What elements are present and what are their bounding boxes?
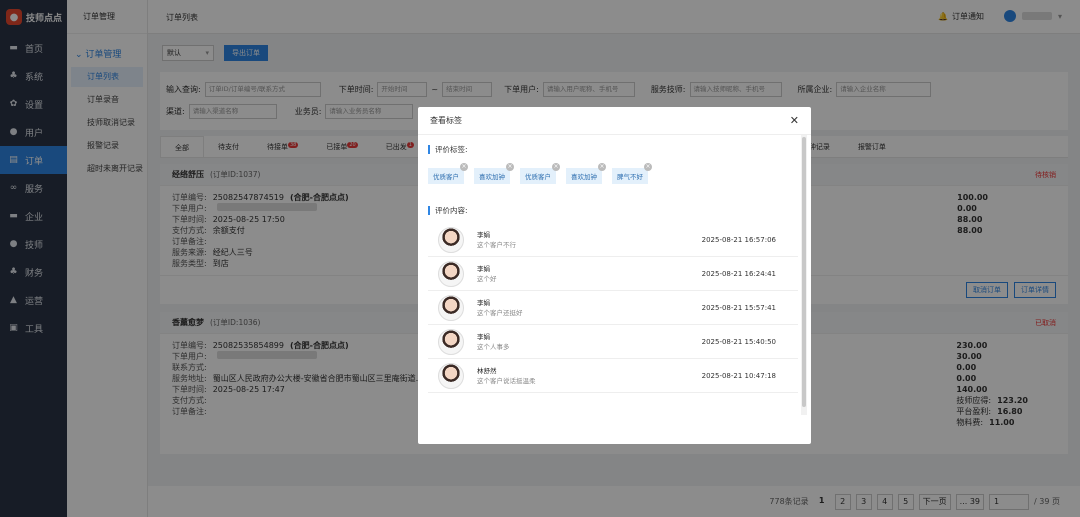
modal-scrollbar[interactable] xyxy=(801,135,807,415)
comment-time: 2025-08-21 15:57:41 xyxy=(701,303,776,312)
close-icon[interactable]: × xyxy=(460,163,468,171)
tag-label: 优质客户 xyxy=(433,173,459,181)
comment-message: 这个人事多 xyxy=(477,342,510,351)
comment-message: 这个好 xyxy=(477,274,497,283)
comment-time: 2025-08-21 16:57:06 xyxy=(701,235,776,244)
comment-time: 2025-08-21 15:40:50 xyxy=(701,337,776,346)
comment-text: 李娟 这个客户不行 xyxy=(477,230,516,250)
comment-text: 李娟 这个好 xyxy=(477,264,497,284)
close-icon[interactable]: ✕ xyxy=(790,114,799,127)
comment-row: 林舒然 这个客户说话挺温柔 2025-08-21 10:47:18 xyxy=(428,359,798,393)
modal-title: 查看标签 xyxy=(430,116,462,125)
tag-modal: 查看标签 ✕ 评价标签: 优质客户 × 喜欢加钟 × 优质客户 × 喜欢加钟 × 脾气不好 × 评… xyxy=(418,107,811,444)
tag-chip: 喜欢加钟 × xyxy=(566,163,606,184)
tag-chip: 优质客户 × xyxy=(428,163,468,184)
comments-section-title: 评价内容: xyxy=(428,206,811,215)
close-icon[interactable]: × xyxy=(552,163,560,171)
tag-chip: 喜欢加钟 × xyxy=(474,163,514,184)
comment-text: 李娟 这个人事多 xyxy=(477,332,510,352)
scrollbar-thumb[interactable] xyxy=(802,137,806,407)
commenter-name: 李娟 xyxy=(477,230,490,239)
tag-label: 喜欢加钟 xyxy=(479,173,505,181)
avatar xyxy=(438,362,464,389)
commenter-name: 林舒然 xyxy=(477,366,497,375)
avatar xyxy=(438,260,464,287)
comment-time: 2025-08-21 16:24:41 xyxy=(701,269,776,278)
tag-label: 脾气不好 xyxy=(617,173,643,181)
close-icon[interactable]: × xyxy=(644,163,652,171)
comment-message: 这个客户不行 xyxy=(477,240,516,249)
comment-row: 李娟 这个好 2025-08-21 16:24:41 xyxy=(428,257,798,291)
tag-chip: 脾气不好 × xyxy=(612,163,652,184)
comment-text: 林舒然 这个客户说话挺温柔 xyxy=(477,366,536,386)
comment-row: 李娟 这个客户还挺好 2025-08-21 15:57:41 xyxy=(428,291,798,325)
commenter-name: 李娟 xyxy=(477,298,490,307)
close-icon[interactable]: × xyxy=(598,163,606,171)
comment-message: 这个客户说话挺温柔 xyxy=(477,376,536,385)
tag-list: 优质客户 × 喜欢加钟 × 优质客户 × 喜欢加钟 × 脾气不好 × xyxy=(428,163,811,184)
avatar xyxy=(438,294,464,321)
modal-header: 查看标签 ✕ xyxy=(418,107,811,135)
comment-row: 李娟 这个人事多 2025-08-21 15:40:50 xyxy=(428,325,798,359)
comment-text: 李娟 这个客户还挺好 xyxy=(477,298,523,318)
tag-label: 优质客户 xyxy=(525,173,551,181)
commenter-name: 李娟 xyxy=(477,332,490,341)
comment-time: 2025-08-21 10:47:18 xyxy=(701,371,776,380)
close-icon[interactable]: × xyxy=(506,163,514,171)
comment-row: 李娟 这个客户不行 2025-08-21 16:57:06 xyxy=(428,223,798,257)
comment-list: 李娟 这个客户不行 2025-08-21 16:57:06 李娟 这个好 2025-08-… xyxy=(428,223,798,401)
comment-message: 这个客户还挺好 xyxy=(477,308,523,317)
tag-label: 喜欢加钟 xyxy=(571,173,597,181)
commenter-name: 李娟 xyxy=(477,264,490,273)
avatar xyxy=(438,328,464,355)
tags-section-title: 评价标签: xyxy=(428,145,811,154)
avatar xyxy=(438,226,464,253)
tag-chip: 优质客户 × xyxy=(520,163,560,184)
